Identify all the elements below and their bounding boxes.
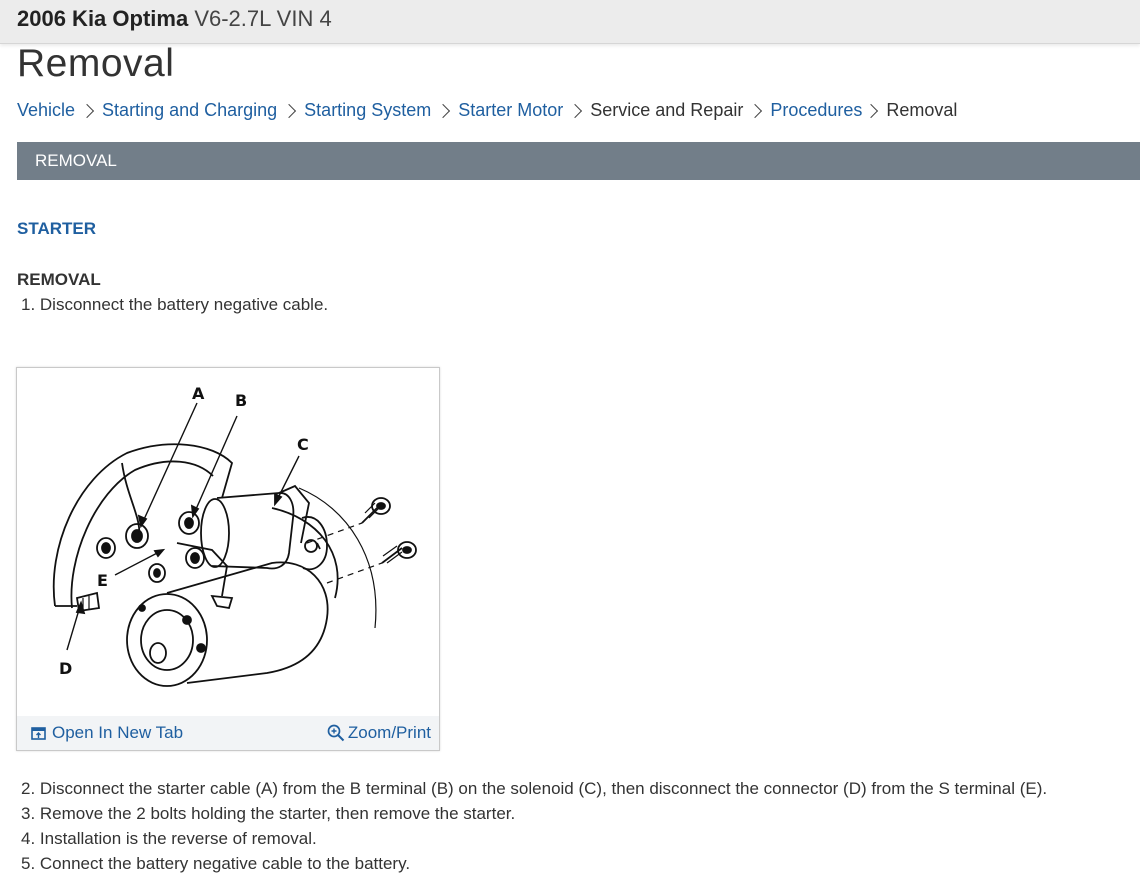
step-5: 5. Connect the battery negative cable to… xyxy=(21,854,411,873)
section-bar: REMOVAL xyxy=(17,142,1140,180)
breadcrumb: Vehicle Starting and Charging Starting S… xyxy=(17,100,957,121)
breadcrumb-procedures[interactable]: Procedures xyxy=(770,100,862,121)
figure-label-a: A xyxy=(192,384,205,403)
chevron-right-icon xyxy=(79,103,95,118)
chevron-right-icon xyxy=(282,103,297,118)
step-heading: REMOVAL xyxy=(17,270,101,289)
breadcrumb-service-repair: Service and Repair xyxy=(590,100,744,120)
step-4: 4. Installation is the reverse of remova… xyxy=(21,829,317,848)
starter-figure: A B C D E Open In New Tab Zoom/Print xyxy=(16,367,440,751)
breadcrumb-vehicle[interactable]: Vehicle xyxy=(17,100,75,121)
open-new-tab-label: Open In New Tab xyxy=(52,723,184,742)
chevron-right-icon xyxy=(436,103,451,118)
zoom-print-label: Zoom/Print xyxy=(347,723,431,742)
step-1: 1. Disconnect the battery negative cable… xyxy=(21,295,329,314)
vehicle-engine: V6-2.7L VIN 4 xyxy=(194,6,332,31)
starter-diagram: A B C D E xyxy=(52,384,417,687)
figure-footer: Open In New Tab Zoom/Print xyxy=(17,716,439,750)
open-new-tab-link[interactable]: Open In New Tab xyxy=(31,723,183,743)
step-2: 2. Disconnect the starter cable (A) from… xyxy=(21,779,1048,798)
chevron-right-icon xyxy=(864,103,879,118)
vehicle-make-model: 2006 Kia Optima xyxy=(17,6,189,31)
breadcrumb-starter-motor[interactable]: Starter Motor xyxy=(458,100,563,121)
page-title: Removal xyxy=(17,42,175,85)
sub-heading: STARTER xyxy=(17,219,97,238)
step-3: 3. Remove the 2 bolts holding the starte… xyxy=(21,804,516,823)
chevron-right-icon xyxy=(748,103,763,118)
figure-label-b: B xyxy=(235,391,247,410)
zoom-print-link[interactable]: Zoom/Print xyxy=(327,723,431,743)
figure-label-c: C xyxy=(297,435,309,454)
breadcrumb-current: Removal xyxy=(886,100,958,120)
figure-label-e: E xyxy=(97,571,108,590)
figure-label-d: D xyxy=(59,659,72,678)
chevron-right-icon xyxy=(568,103,583,118)
breadcrumb-starting-charging[interactable]: Starting and Charging xyxy=(102,100,277,121)
vehicle-header: 2006 Kia Optima V6-2.7L VIN 4 xyxy=(0,0,1140,44)
zoom-icon xyxy=(327,724,345,742)
open-new-tab-icon xyxy=(31,726,46,740)
breadcrumb-starting-system[interactable]: Starting System xyxy=(304,100,431,121)
